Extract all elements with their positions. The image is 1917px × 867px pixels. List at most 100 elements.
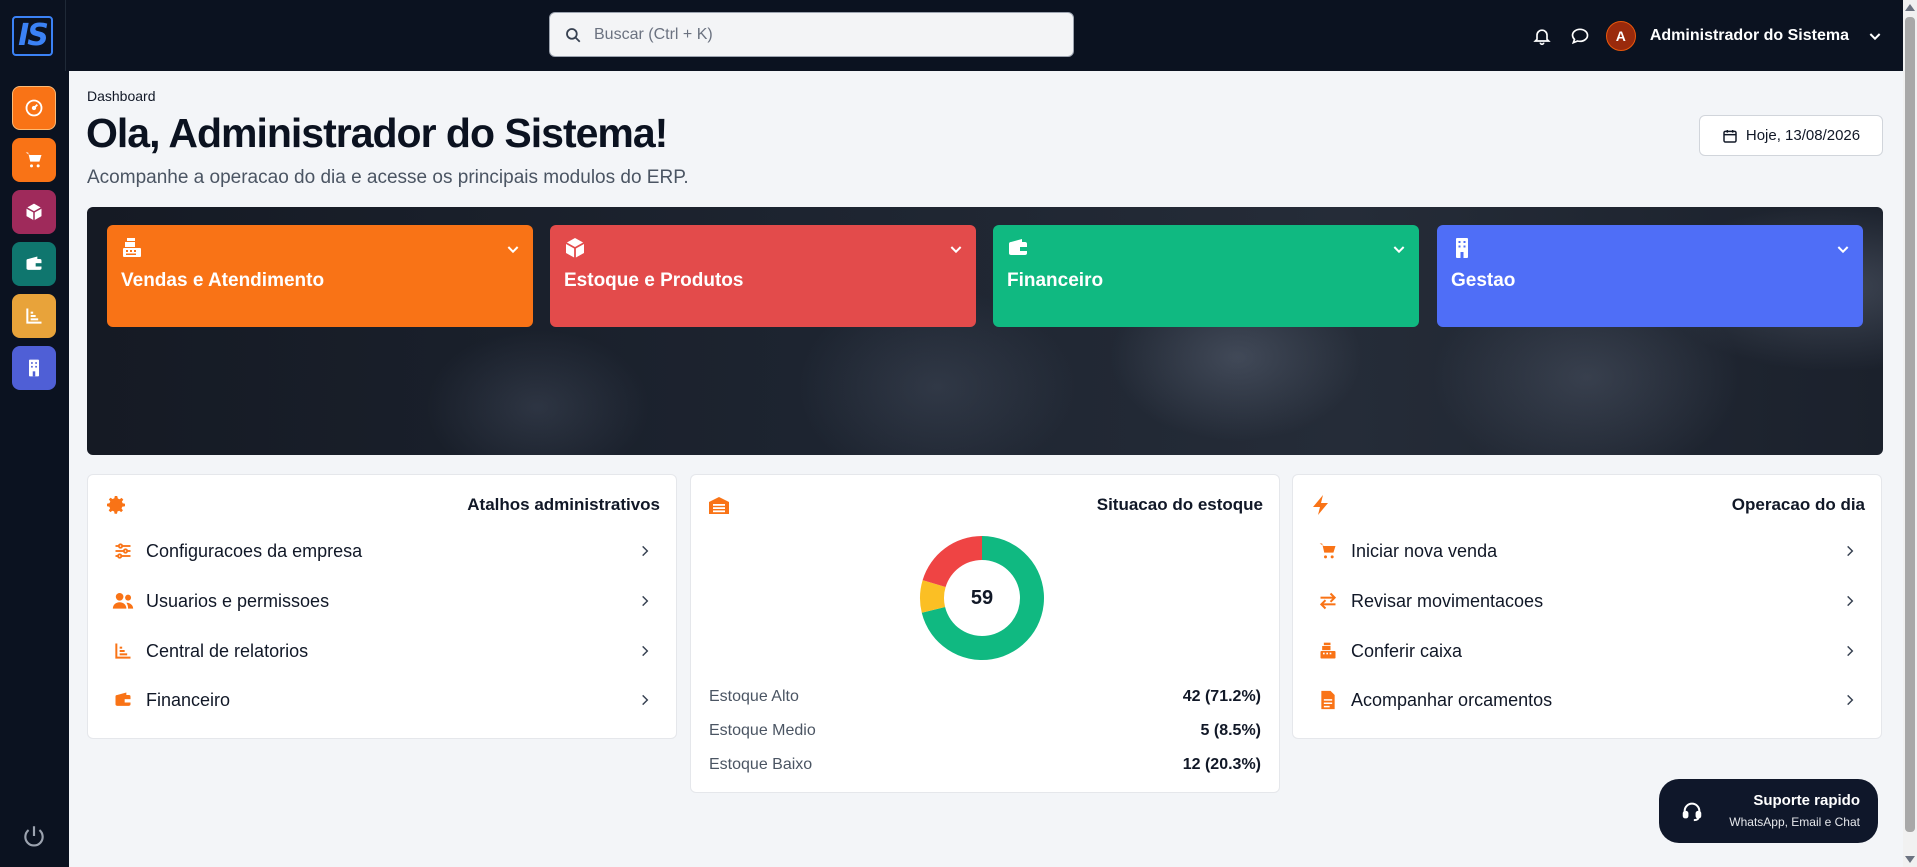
op-orcamentos[interactable]: Acompanhar orcamentos	[1317, 684, 1857, 716]
shortcut-relatorios[interactable]: Central de relatorios	[112, 635, 652, 667]
breadcrumb[interactable]: Dashboard	[87, 88, 156, 104]
cash-register-icon	[1317, 640, 1339, 662]
stat-label: Estoque Alto	[709, 688, 799, 705]
module-vendas[interactable]: Vendas e Atendimento	[107, 225, 533, 327]
stock-row-medio: Estoque Medio 5 (8.5%)	[709, 720, 1261, 742]
calendar-icon	[1723, 129, 1737, 143]
op-label: Conferir caixa	[1351, 640, 1463, 661]
admin-shortcuts-card: Atalhos administrativos Configuracoes da…	[87, 474, 677, 739]
sidebar-item-estoque[interactable]	[12, 190, 56, 234]
users-icon	[112, 590, 134, 612]
chevron-right-icon	[1847, 595, 1854, 607]
card-title: Atalhos administrativos	[467, 495, 660, 514]
sidebar-item-relatorios[interactable]	[12, 294, 56, 338]
top-bar: IS A Administrador do Sistema	[0, 0, 1903, 71]
scroll-thumb[interactable]	[1905, 17, 1915, 832]
wallet-icon	[26, 256, 42, 270]
module-label: Financeiro	[1007, 270, 1104, 291]
module-financeiro[interactable]: Financeiro	[993, 225, 1419, 327]
logo-text: IS	[12, 15, 53, 56]
support-title: Suporte rapido	[1753, 792, 1860, 809]
sidebar-item-dashboard[interactable]	[12, 86, 56, 130]
chevron-right-icon	[642, 545, 649, 557]
chevron-right-icon	[1847, 645, 1854, 657]
scrollbar[interactable]	[1903, 0, 1917, 867]
chevron-down-icon[interactable]	[505, 241, 521, 257]
page-subtitle: Acompanhe a operacao do dia e acesse os …	[87, 167, 689, 188]
sidebar-item-gestao[interactable]	[12, 346, 56, 390]
sliders-icon	[112, 540, 134, 562]
module-label: Estoque e Produtos	[564, 270, 744, 291]
module-label: Vendas e Atendimento	[121, 270, 325, 291]
shortcut-label: Financeiro	[146, 689, 231, 710]
stock-row-alto: Estoque Alto 42 (71.2%)	[709, 686, 1261, 708]
stat-label: Estoque Baixo	[709, 756, 813, 773]
power-icon[interactable]	[21, 823, 47, 849]
chevron-right-icon	[642, 694, 649, 706]
user-name[interactable]: Administrador do Sistema	[1650, 27, 1849, 45]
chevron-right-icon	[642, 645, 649, 657]
sidebar-item-financeiro[interactable]	[12, 242, 56, 286]
logo[interactable]: IS	[0, 0, 66, 71]
sidebar-item-vendas[interactable]	[12, 138, 56, 182]
chat-icon[interactable]	[1568, 24, 1592, 48]
wallet-icon	[112, 689, 134, 711]
building-icon	[1456, 238, 1468, 258]
gauge-icon	[25, 99, 43, 117]
op-nova-venda[interactable]: Iniciar nova venda	[1317, 535, 1857, 567]
stock-card: Situacao do estoque 59 Estoque Alto 42 (…	[690, 474, 1280, 793]
stock-row-baixo: Estoque Baixo 12 (20.3%)	[709, 754, 1261, 776]
shortcut-configuracoes[interactable]: Configuracoes da empresa	[112, 535, 652, 567]
building-icon	[29, 359, 39, 377]
date-label: Hoje, 13/08/2026	[1745, 127, 1861, 144]
date-button[interactable]: Hoje, 13/08/2026	[1699, 115, 1883, 156]
support-subtitle: WhatsApp, Email e Chat	[1729, 815, 1860, 829]
module-gestao[interactable]: Gestao	[1437, 225, 1863, 327]
cash-register-icon	[123, 238, 141, 257]
chevron-right-icon	[1847, 545, 1854, 557]
document-icon	[1317, 689, 1339, 711]
gear-icon	[107, 496, 125, 514]
op-label: Revisar movimentacoes	[1351, 590, 1544, 611]
op-movimentacoes[interactable]: Revisar movimentacoes	[1317, 585, 1857, 617]
chevron-down-icon[interactable]	[948, 241, 964, 257]
donut-center-value: 59	[970, 586, 994, 609]
arrows-icon	[1317, 590, 1339, 612]
stat-value: 12 (20.3%)	[1182, 756, 1261, 773]
hero-banner: Vendas e Atendimento Estoque e Produtos …	[87, 207, 1883, 455]
chevron-right-icon	[642, 595, 649, 607]
page-title: Ola, Administrador do Sistema!	[86, 110, 668, 156]
shortcut-label: Usuarios e permissoes	[146, 590, 330, 611]
card-title: Situacao do estoque	[1096, 495, 1263, 514]
chevron-down-icon[interactable]	[1835, 241, 1851, 257]
search-icon	[566, 27, 581, 42]
chart-icon	[112, 640, 134, 662]
avatar[interactable]: A	[1605, 20, 1636, 51]
support-button[interactable]: Suporte rapido WhatsApp, Email e Chat	[1659, 779, 1878, 843]
shortcut-label: Configuracoes da empresa	[146, 540, 363, 561]
bell-icon[interactable]	[1530, 24, 1554, 48]
op-conferir-caixa[interactable]: Conferir caixa	[1317, 635, 1857, 667]
warehouse-icon	[709, 497, 729, 514]
lightning-icon	[1313, 495, 1328, 515]
shortcut-usuarios[interactable]: Usuarios e permissoes	[112, 585, 652, 617]
module-estoque[interactable]: Estoque e Produtos	[550, 225, 976, 327]
stat-value: 42 (71.2%)	[1182, 688, 1261, 705]
daily-ops-card: Operacao do dia Iniciar nova venda Revis…	[1292, 474, 1882, 739]
shortcut-financeiro[interactable]: Financeiro	[112, 684, 652, 716]
cart-icon	[1317, 540, 1339, 562]
wallet-icon	[1009, 239, 1027, 255]
scroll-down-arrow[interactable]	[1905, 856, 1915, 863]
chevron-right-icon	[1847, 694, 1854, 706]
search-input[interactable]	[594, 25, 1034, 44]
op-label: Iniciar nova venda	[1351, 540, 1498, 561]
box-icon	[565, 238, 585, 258]
scroll-up-arrow[interactable]	[1905, 4, 1915, 11]
chevron-down-icon[interactable]	[1863, 24, 1887, 48]
cart-icon	[25, 152, 42, 168]
stat-value: 5 (8.5%)	[1200, 722, 1261, 739]
shortcut-label: Central de relatorios	[146, 640, 309, 661]
chevron-down-icon[interactable]	[1391, 241, 1407, 257]
op-label: Acompanhar orcamentos	[1351, 689, 1553, 710]
search-box[interactable]	[549, 12, 1074, 57]
